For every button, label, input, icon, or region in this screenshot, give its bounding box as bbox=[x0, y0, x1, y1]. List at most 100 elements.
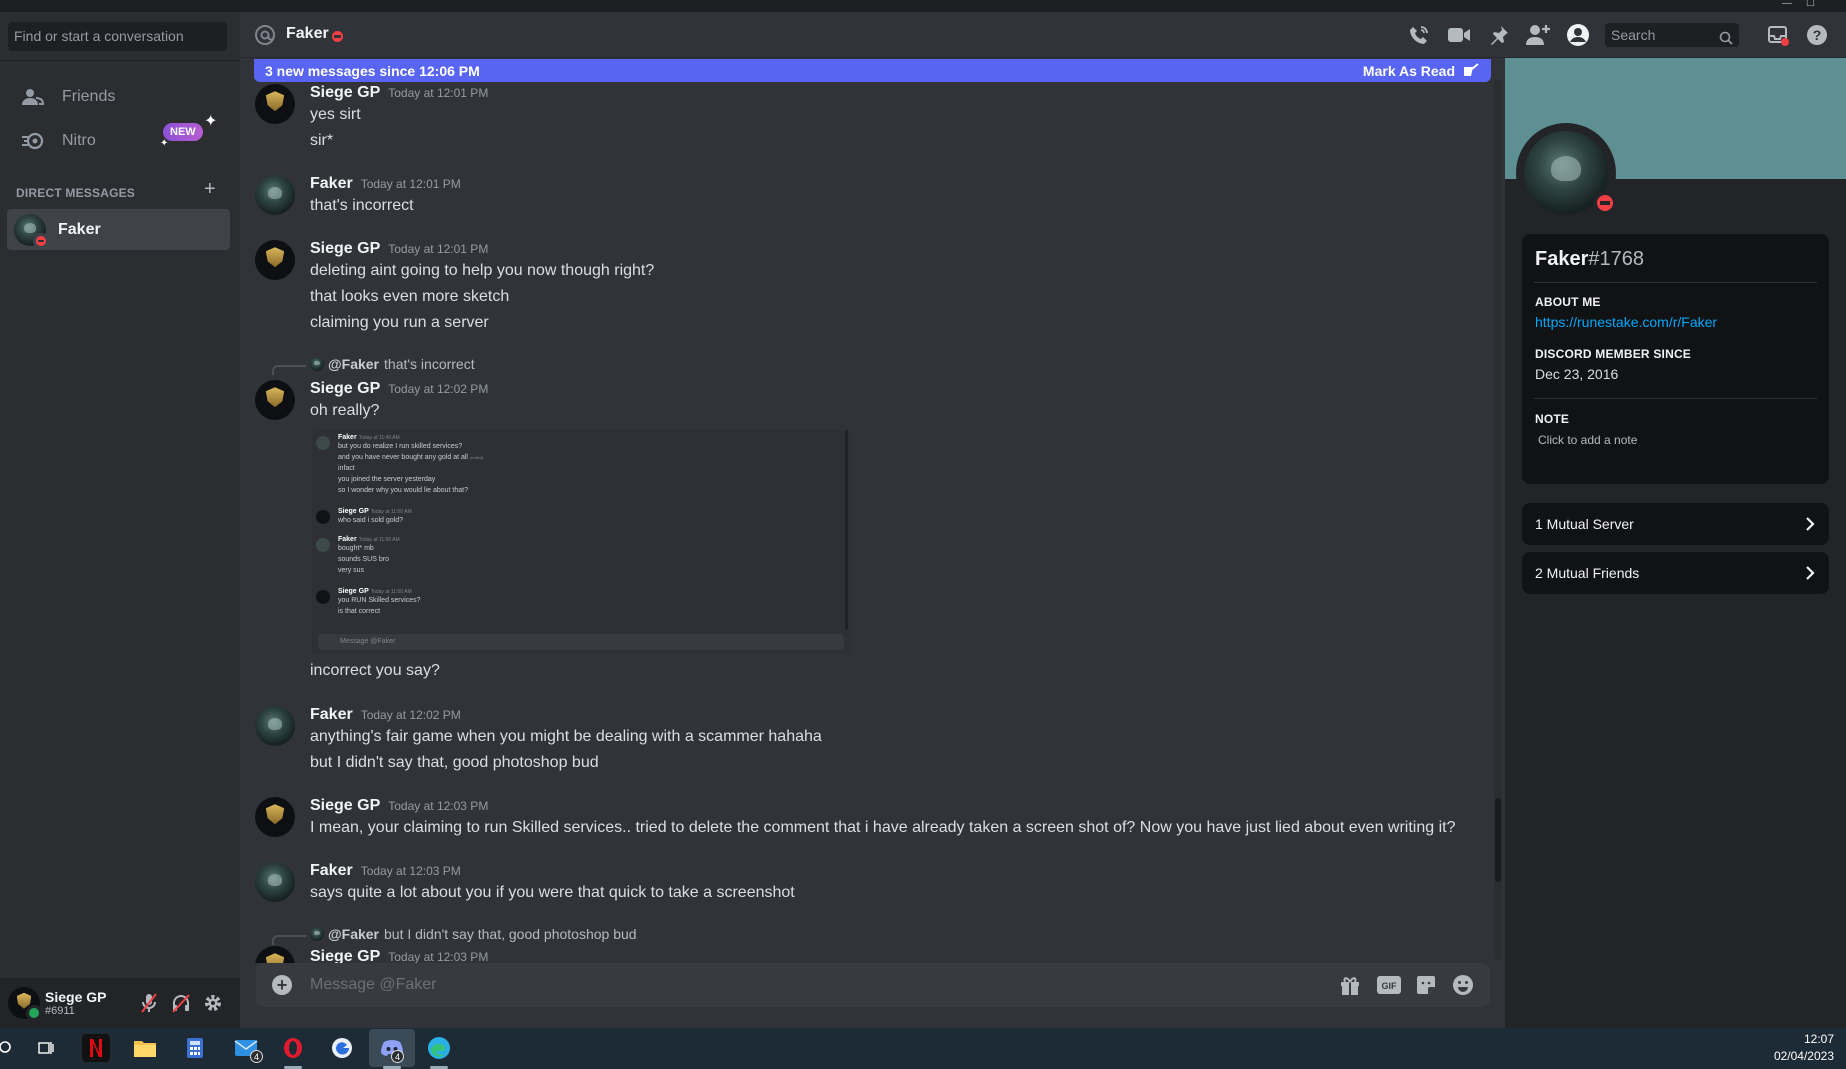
mutual-friends-label: 2 Mutual Friends bbox=[1535, 565, 1640, 581]
message-timestamp: Today at 12:03 PM bbox=[360, 864, 461, 878]
gif-icon[interactable]: GIF bbox=[1377, 974, 1401, 996]
mutual-servers-button[interactable]: 1 Mutual Server bbox=[1522, 503, 1829, 545]
message-input[interactable]: Message @Faker bbox=[310, 976, 437, 994]
profile-discriminator: #1768 bbox=[1588, 248, 1644, 270]
sidebar-item-friends[interactable]: Friends bbox=[8, 76, 230, 118]
message-author[interactable]: Siege GP Today at 12:01 PM bbox=[310, 240, 488, 258]
profile-name: Faker#1768 bbox=[1535, 248, 1644, 270]
new-badge: NEW bbox=[163, 123, 203, 141]
attachment-text: and you have never bought any gold at al… bbox=[338, 454, 484, 461]
dm-item-faker[interactable]: Faker bbox=[7, 209, 230, 250]
message-author[interactable]: Faker Today at 12:01 PM bbox=[310, 175, 461, 193]
attachment-author: Siege GP Today at 11:50 AM bbox=[338, 588, 412, 595]
message-text: deleting aint going to help you now thou… bbox=[310, 262, 655, 279]
gift-icon[interactable] bbox=[1338, 974, 1362, 996]
system-clock[interactable]: 12:07 02/04/2023 bbox=[1774, 1031, 1834, 1065]
mute-mic-icon[interactable] bbox=[138, 992, 160, 1014]
clock-date: 02/04/2023 bbox=[1773, 1049, 1834, 1063]
video-icon[interactable] bbox=[1447, 23, 1471, 47]
find-conversation-button[interactable]: Find or start a conversation bbox=[8, 22, 227, 51]
about-me-label: ABOUT ME bbox=[1535, 295, 1601, 309]
message-text: that looks even more sketch bbox=[310, 288, 510, 305]
avatar[interactable] bbox=[255, 380, 295, 420]
app-icon[interactable] bbox=[328, 1034, 356, 1062]
attachment-text: sounds SUS bro bbox=[338, 556, 389, 563]
avatar[interactable] bbox=[255, 946, 295, 963]
file-explorer-icon[interactable] bbox=[131, 1034, 159, 1062]
avatar[interactable] bbox=[255, 240, 295, 280]
message-author[interactable]: Siege GP Today at 12:01 PM bbox=[310, 84, 488, 102]
sparkle-icon: ✦ bbox=[160, 138, 169, 149]
attachment-author: Siege GP Today at 11:50 AM bbox=[338, 508, 412, 515]
message-timestamp: Today at 12:01 PM bbox=[360, 177, 461, 191]
attachment-text: bought* mb bbox=[338, 545, 374, 552]
inbox-icon[interactable] bbox=[1766, 23, 1790, 47]
task-view-icon[interactable] bbox=[32, 1034, 60, 1062]
avatar bbox=[316, 436, 330, 450]
minimize-button[interactable]: — bbox=[1782, 0, 1792, 9]
message-author[interactable]: Siege GP Today at 12:03 PM bbox=[310, 797, 488, 815]
call-icon[interactable] bbox=[1407, 23, 1431, 47]
deafen-headphones-icon[interactable] bbox=[170, 992, 192, 1014]
search-icon[interactable] bbox=[0, 1034, 20, 1062]
reply-mention: @Faker bbox=[328, 356, 380, 372]
attachment-text: is that correct bbox=[338, 608, 381, 615]
reply-connector bbox=[272, 935, 306, 945]
create-dm-plus-icon[interactable]: + bbox=[204, 178, 216, 201]
mail-badge: 4 bbox=[250, 1050, 263, 1063]
screenshot-attachment[interactable]: Faker Today at 11:49 AM but you do reali… bbox=[312, 430, 852, 654]
mutual-friends-button[interactable]: 2 Mutual Friends bbox=[1522, 552, 1829, 594]
chevron-right-icon bbox=[1805, 565, 1815, 584]
sticker-icon[interactable] bbox=[1414, 974, 1438, 996]
reply-preview[interactable]: @Faker that's incorrect bbox=[310, 356, 475, 372]
chat-scrollbar-thumb[interactable] bbox=[1495, 798, 1501, 882]
netflix-icon[interactable] bbox=[82, 1034, 110, 1062]
avatar[interactable] bbox=[255, 84, 295, 124]
channel-header: Faker Search ? bbox=[240, 12, 1846, 58]
message-author[interactable]: Faker Today at 12:02 PM bbox=[310, 706, 461, 724]
reply-connector bbox=[272, 365, 306, 375]
opera-icon[interactable] bbox=[279, 1034, 307, 1062]
message-author[interactable]: Siege GP Today at 12:03 PM bbox=[310, 948, 488, 963]
profile-icon[interactable] bbox=[1566, 23, 1590, 47]
friends-icon bbox=[20, 88, 46, 106]
search-input[interactable]: Search bbox=[1605, 23, 1739, 47]
settings-gear-icon[interactable] bbox=[202, 992, 224, 1014]
attachment-author: Faker Today at 11:50 AM bbox=[338, 536, 400, 543]
avatar[interactable] bbox=[255, 175, 295, 215]
avatar[interactable] bbox=[255, 797, 295, 837]
message-timestamp: Today at 12:01 PM bbox=[388, 242, 489, 256]
discord-icon[interactable] bbox=[369, 1029, 415, 1067]
add-friend-icon[interactable] bbox=[1526, 23, 1550, 47]
message-author[interactable]: Siege GP Today at 12:02 PM bbox=[310, 380, 488, 398]
message-text: incorrect you say? bbox=[310, 662, 440, 679]
help-icon[interactable]: ? bbox=[1805, 23, 1829, 47]
user-profile-panel: Faker#1768 ABOUT ME https://runestake.co… bbox=[1505, 58, 1846, 1028]
attachment-text: you joined the server yesterday bbox=[338, 476, 436, 483]
emoji-icon[interactable] bbox=[1451, 974, 1475, 996]
message-timestamp: Today at 12:01 PM bbox=[388, 86, 489, 100]
mutual-servers-label: 1 Mutual Server bbox=[1535, 516, 1634, 532]
avatar bbox=[316, 538, 330, 552]
reply-preview[interactable]: @Faker but I didn't say that, good photo… bbox=[310, 926, 637, 942]
attachment-text: infact bbox=[338, 465, 355, 472]
sidebar-item-label: Friends bbox=[62, 88, 116, 105]
maximize-button[interactable]: ☐ bbox=[1806, 0, 1815, 9]
online-status-icon bbox=[26, 1005, 42, 1021]
pin-icon[interactable] bbox=[1487, 23, 1511, 47]
dnd-status-icon bbox=[332, 31, 343, 42]
avatar[interactable] bbox=[255, 862, 295, 902]
message-composer[interactable]: + Message @Faker GIF bbox=[256, 963, 1490, 1007]
message-author[interactable]: Faker Today at 12:03 PM bbox=[310, 862, 461, 880]
nitro-icon bbox=[20, 132, 46, 150]
avatar[interactable] bbox=[255, 706, 295, 746]
message-list: Siege GP Today at 12:01 PM yes sirt sir* … bbox=[240, 58, 1505, 963]
note-input[interactable]: Click to add a note bbox=[1538, 433, 1637, 447]
message-text: that's incorrect bbox=[310, 197, 414, 214]
add-attachment-plus-icon[interactable]: + bbox=[272, 975, 292, 995]
reply-text: but I didn't say that, good photoshop bu… bbox=[384, 926, 637, 942]
calculator-icon[interactable] bbox=[181, 1034, 209, 1062]
search-icon bbox=[1719, 28, 1733, 52]
about-me-link[interactable]: https://runestake.com/r/Faker bbox=[1535, 314, 1717, 330]
edge-icon[interactable] bbox=[425, 1034, 453, 1062]
